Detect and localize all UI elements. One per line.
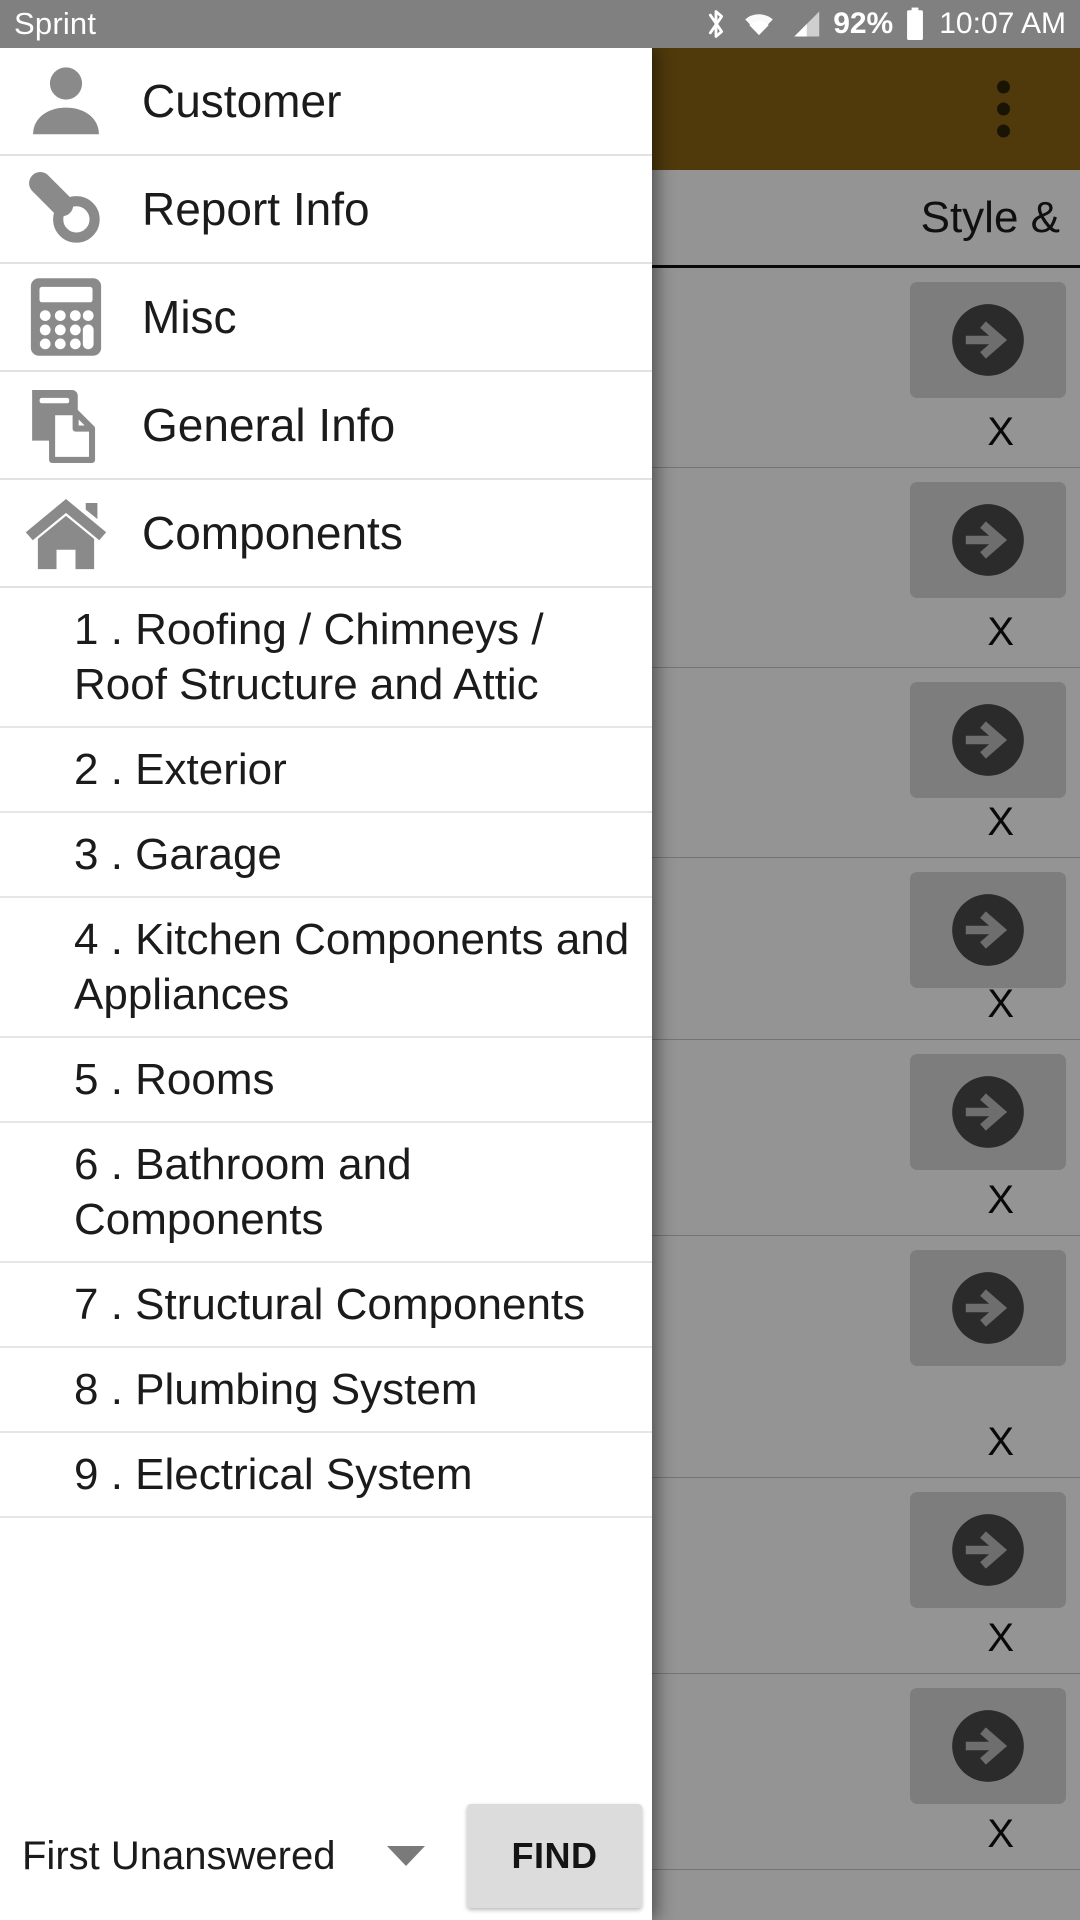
magnifier-icon bbox=[14, 163, 118, 255]
sidebar-section-2[interactable]: 2 . Exterior bbox=[0, 728, 652, 813]
drawer-list: Customer Report Info Misc General Info C… bbox=[0, 48, 652, 1792]
sidebar-item-report-info[interactable]: Report Info bbox=[0, 156, 652, 264]
carrier-label: Sprint bbox=[14, 6, 97, 41]
find-mode-spinner[interactable]: First Unanswered bbox=[22, 1792, 467, 1920]
sidebar-section-label: 5 . Rooms bbox=[74, 1055, 275, 1104]
sidebar-item-customer[interactable]: Customer bbox=[0, 48, 652, 156]
sidebar-section-label: 6 . Bathroom and Components bbox=[74, 1140, 412, 1244]
home-icon bbox=[14, 487, 118, 579]
calculator-icon bbox=[14, 271, 118, 363]
phone-screen: Style & X X Roof X bbox=[0, 0, 1080, 1920]
sidebar-section-6[interactable]: 6 . Bathroom and Components bbox=[0, 1123, 652, 1263]
sidebar-item-misc[interactable]: Misc bbox=[0, 264, 652, 372]
sidebar-section-8[interactable]: 8 . Plumbing System bbox=[0, 1348, 652, 1433]
sidebar-section-label: 4 . Kitchen Components and Appliances bbox=[74, 915, 630, 1019]
sidebar-section-label: 2 . Exterior bbox=[74, 745, 287, 794]
sidebar-item-label: Customer bbox=[142, 74, 342, 127]
sidebar-section-5[interactable]: 5 . Rooms bbox=[0, 1038, 652, 1123]
sidebar-section-3[interactable]: 3 . Garage bbox=[0, 813, 652, 898]
clock-label: 10:07 AM bbox=[939, 7, 1066, 40]
spinner-selected-value: First Unanswered bbox=[22, 1833, 336, 1878]
sidebar-section-label: 1 . Roofing / Chimneys / Roof Structure … bbox=[74, 605, 544, 709]
sidebar-section-7[interactable]: 7 . Structural Components bbox=[0, 1263, 652, 1348]
find-button[interactable]: FIND bbox=[467, 1804, 642, 1908]
sidebar-item-general-info[interactable]: General Info bbox=[0, 372, 652, 480]
sidebar-item-label: Misc bbox=[142, 290, 237, 343]
sidebar-section-label: 8 . Plumbing System bbox=[74, 1365, 478, 1414]
drawer-bottom-bar: First Unanswered FIND bbox=[0, 1792, 652, 1920]
battery-icon bbox=[905, 7, 925, 41]
sidebar-section-label: 9 . Electrical System bbox=[74, 1450, 473, 1499]
wifi-icon bbox=[741, 9, 778, 39]
navigation-drawer: Customer Report Info Misc General Info C… bbox=[0, 48, 652, 1920]
chevron-down-icon bbox=[387, 1846, 425, 1866]
cellular-signal-icon bbox=[789, 9, 821, 39]
sidebar-item-label: General Info bbox=[142, 398, 396, 451]
person-icon bbox=[14, 55, 118, 147]
sidebar-section-1[interactable]: 1 . Roofing / Chimneys / Roof Structure … bbox=[0, 588, 652, 728]
sidebar-section-label: 3 . Garage bbox=[74, 830, 282, 879]
bluetooth-icon bbox=[703, 7, 729, 41]
sidebar-item-components[interactable]: Components bbox=[0, 480, 652, 588]
sidebar-section-9[interactable]: 9 . Electrical System bbox=[0, 1433, 652, 1518]
battery-percent-label: 92% bbox=[833, 7, 894, 40]
sidebar-item-label: Report Info bbox=[142, 182, 370, 235]
sidebar-item-label: Components bbox=[142, 506, 403, 559]
sidebar-section-label: 7 . Structural Components bbox=[74, 1280, 586, 1329]
status-icons: 92% 10:07 AM bbox=[703, 7, 1066, 41]
sidebar-section-4[interactable]: 4 . Kitchen Components and Appliances bbox=[0, 898, 652, 1038]
find-button-label: FIND bbox=[511, 1835, 598, 1876]
documents-icon bbox=[14, 379, 118, 471]
status-bar: Sprint 92% 10:07 AM bbox=[0, 0, 1080, 48]
